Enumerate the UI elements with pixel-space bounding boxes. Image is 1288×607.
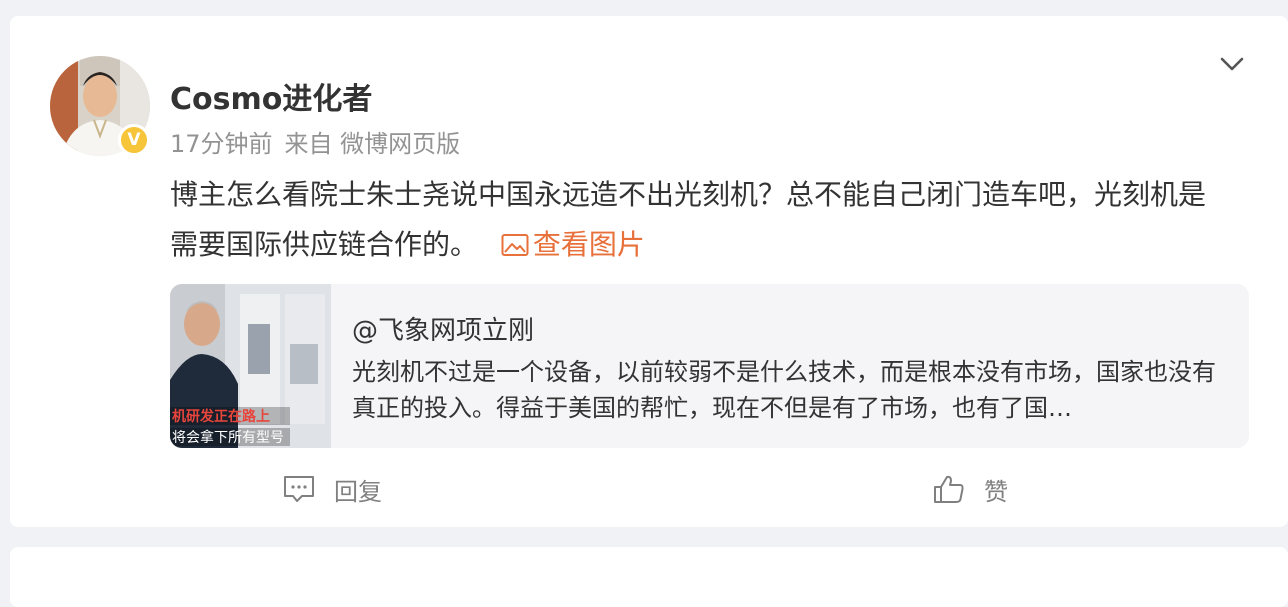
- post-meta: 17分钟前 来自 微博网页版: [170, 124, 472, 159]
- verified-badge-icon: V: [118, 124, 150, 156]
- post-time[interactable]: 17分钟前: [170, 130, 273, 158]
- reply-label: 回复: [334, 477, 382, 506]
- comment-icon: [284, 476, 314, 502]
- thumbs-up-icon: [934, 475, 964, 503]
- reply-button[interactable]: 回复: [282, 472, 382, 506]
- next-comment-card: [10, 547, 1288, 607]
- thumb-caption-2: 将会拿下所有型号: [172, 429, 284, 446]
- chevron-down-icon[interactable]: [1219, 54, 1245, 74]
- view-images-label: 查看图片: [532, 228, 645, 261]
- like-label: 赞: [984, 477, 1008, 506]
- post-body: 博主怎么看院士朱士尧说中国永远造不出光刻机？总不能自己闭门造车吧，光刻机是需要国…: [170, 170, 1210, 270]
- post-source: 来自 微博网页版: [284, 130, 461, 158]
- quoted-post-thumbnail[interactable]: 机研发正在路上 将会拿下所有型号: [170, 284, 331, 448]
- thumb-caption-1: 机研发正在路上: [172, 408, 270, 425]
- post-text: 博主怎么看院士朱士尧说中国永远造不出光刻机？总不能自己闭门造车吧，光刻机是需要国…: [170, 178, 1207, 261]
- quoted-post[interactable]: 机研发正在路上 将会拿下所有型号 @飞象网项立刚 光刻机不过是一个设备，以前较弱…: [170, 284, 1249, 448]
- like-button[interactable]: 赞: [932, 472, 1008, 506]
- image-icon: [501, 234, 529, 256]
- quoted-author[interactable]: @飞象网项立刚: [352, 310, 534, 347]
- author-name[interactable]: Cosmo进化者: [170, 74, 372, 118]
- quoted-text: 光刻机不过是一个设备，以前较弱不是什么技术，而是根本没有市场，国家也没有真正的投…: [352, 358, 1216, 422]
- view-images-link[interactable]: 查看图片: [501, 228, 645, 261]
- comment-card: V Cosmo进化者 17分钟前 来自 微博网页版 博主怎么看院士朱士尧说中国永远…: [10, 16, 1288, 527]
